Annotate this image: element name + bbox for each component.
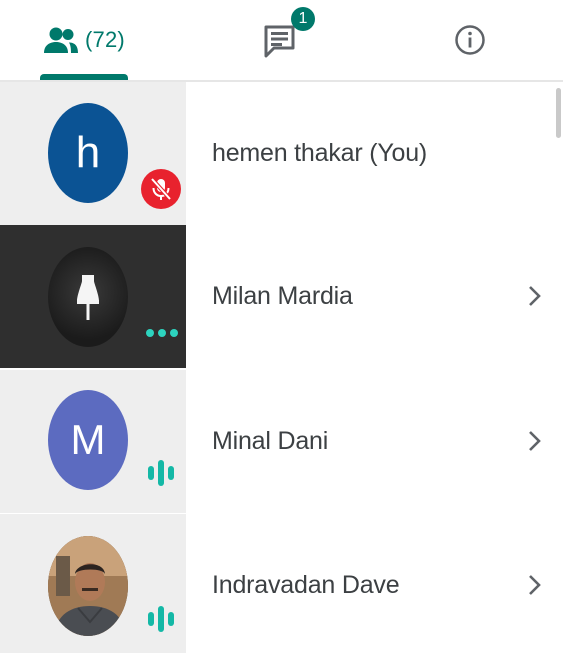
speaking-icon [148, 460, 174, 486]
participant-count: (72) [85, 27, 125, 52]
chevron-right-icon[interactable] [524, 572, 546, 598]
avatar: M [48, 390, 128, 490]
participant-tile [0, 514, 186, 653]
participant-tile [0, 225, 186, 368]
mic-off-icon [150, 177, 172, 201]
participant-row[interactable]: Indravadan Dave [0, 514, 563, 653]
tab-bar: (72) 1 [0, 0, 563, 82]
avatar-letter: h [75, 128, 101, 177]
participant-name: Minal Dani [212, 427, 329, 455]
participant-row[interactable]: Milan Mardia [0, 225, 563, 368]
scrollbar[interactable] [556, 88, 561, 138]
participant-tile: M [0, 370, 186, 513]
tab-people[interactable]: (72) [40, 0, 128, 80]
chevron-right-icon[interactable] [524, 283, 546, 309]
more-activity-dots [146, 329, 178, 337]
participant-row[interactable]: h hemen thakar (You) [0, 82, 563, 225]
bell-icon [77, 275, 99, 320]
avatar-letter: M [70, 416, 106, 463]
avatar [48, 536, 128, 636]
chat-icon [264, 25, 295, 58]
avatar: h [48, 103, 128, 203]
participant-name: hemen thakar (You) [212, 139, 428, 167]
chevron-right-icon[interactable] [524, 428, 546, 454]
tab-info[interactable] [430, 0, 510, 80]
participant-name: Milan Mardia [212, 282, 353, 310]
avatar [48, 247, 128, 347]
participant-list: h hemen thakar (You) Milan Mardia M Mina… [0, 82, 563, 653]
tab-chat[interactable]: 1 [240, 0, 320, 80]
participant-tile: h [0, 82, 186, 225]
active-tab-indicator [40, 74, 128, 80]
person-photo [48, 536, 128, 636]
people-icon [44, 27, 79, 53]
mic-off-badge [141, 169, 181, 209]
chat-unread-badge: 1 [291, 7, 315, 31]
participant-row[interactable]: M Minal Dani [0, 370, 563, 513]
speaking-icon [148, 606, 174, 632]
info-icon [455, 25, 485, 55]
participant-name: Indravadan Dave [212, 571, 400, 599]
